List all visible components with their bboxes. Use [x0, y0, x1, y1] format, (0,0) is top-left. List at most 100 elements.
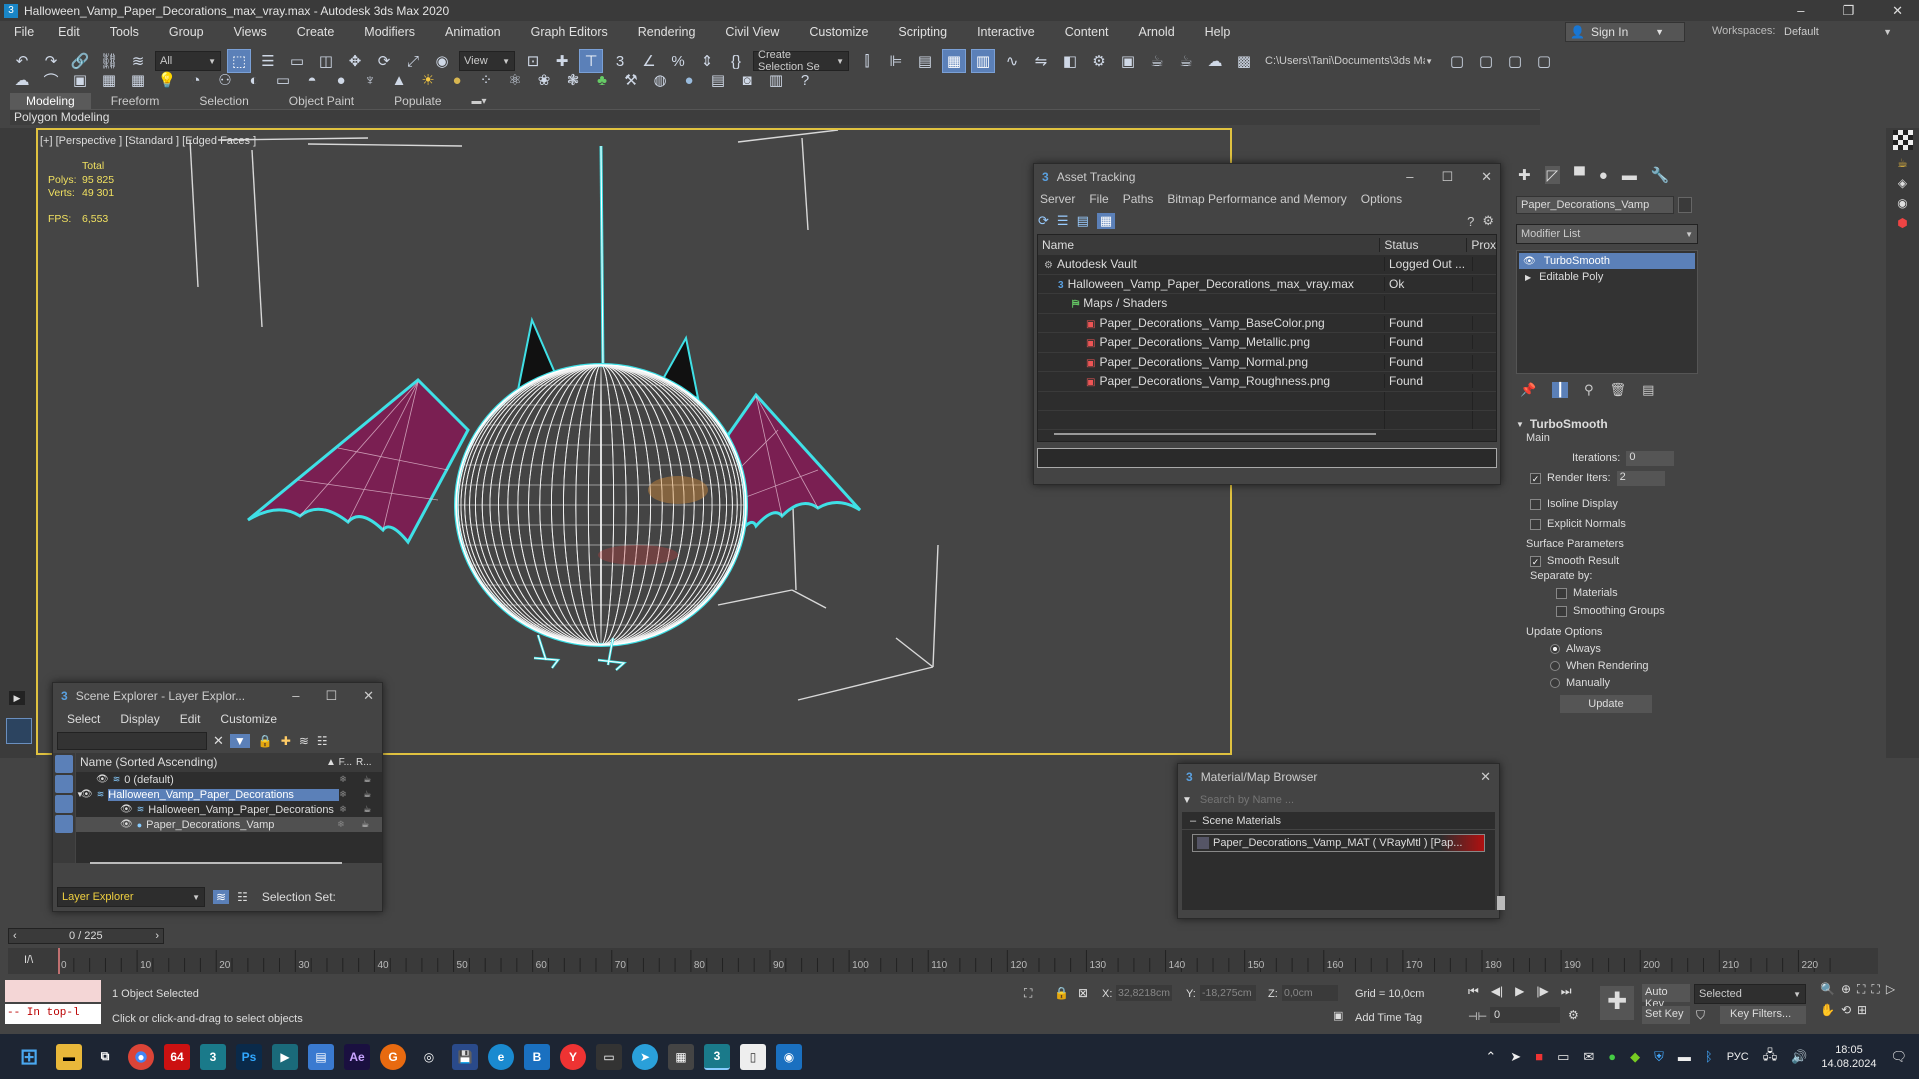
render-icon[interactable]: ☕ — [363, 804, 371, 815]
vray-ies-icon[interactable]: ⚇ — [213, 68, 237, 92]
vray-fur-icon[interactable]: ♆ — [358, 68, 382, 92]
vray-sun-icon[interactable]: ☀ — [416, 68, 440, 92]
filter-icon[interactable]: ▼ — [229, 734, 250, 748]
app-face-icon[interactable]: ◎ — [416, 1044, 442, 1070]
vray-plant-icon[interactable]: ❀ — [532, 68, 556, 92]
display-geometry-icon[interactable] — [55, 755, 73, 773]
help-icon[interactable]: ? — [1467, 214, 1474, 229]
zoom-extents-all-icon[interactable]: ⛶ — [1871, 982, 1879, 997]
current-frame-field[interactable]: 0 — [1490, 1007, 1560, 1023]
settings-icon[interactable]: ⚙ — [1482, 213, 1494, 229]
update-button[interactable]: Update — [1560, 695, 1652, 713]
menu-views[interactable]: Views — [234, 25, 267, 39]
tray-bluetooth-icon[interactable]: ᛒ — [1705, 1049, 1713, 1064]
minimize-icon[interactable]: – — [1797, 3, 1804, 19]
notepad-icon[interactable]: ▤ — [308, 1043, 334, 1070]
isoline-checkbox[interactable] — [1530, 498, 1541, 510]
app-arrow-icon[interactable]: ▶ — [272, 1043, 298, 1070]
menu-scripting[interactable]: Scripting — [898, 25, 947, 39]
telegram-icon[interactable]: ➤ — [632, 1043, 658, 1070]
menu-file[interactable]: File — [1089, 192, 1108, 206]
save-app-icon[interactable]: 💾 — [452, 1043, 478, 1070]
visibility-eye-icon[interactable]: 👁 — [80, 789, 93, 800]
prev-key-icon[interactable]: ◀| — [1491, 984, 1503, 999]
when-rendering-radio[interactable] — [1550, 660, 1560, 671]
vray-export-icon[interactable]: ▥ — [764, 68, 788, 92]
vray-proxy-icon[interactable]: ⚛ — [503, 68, 527, 92]
isolate-icon[interactable]: ⛶ — [1024, 986, 1032, 1001]
render-icon[interactable]: ☕ — [361, 819, 369, 830]
orbit-icon[interactable]: ⟲ — [1841, 1003, 1851, 1017]
object-name-field[interactable]: Paper_Decorations_Vamp — [1516, 196, 1675, 214]
tab-populate[interactable]: Populate — [374, 93, 461, 109]
vray-scatter-icon[interactable]: ❃ — [561, 68, 585, 92]
volume-icon[interactable]: 🔊 — [1791, 1049, 1807, 1065]
asset-row[interactable]: ▣ Paper_Decorations_Vamp_Roughness.png Fou… — [1038, 372, 1496, 392]
menu-customize[interactable]: Customize — [809, 25, 868, 39]
menu-tools[interactable]: Tools — [110, 25, 139, 39]
table-view-icon[interactable]: ▦ — [1096, 213, 1116, 229]
manually-radio[interactable] — [1550, 677, 1560, 688]
fov-icon[interactable]: ▷ — [1886, 982, 1895, 997]
render-iters-spinner[interactable]: 2 — [1616, 470, 1665, 486]
menu-display[interactable]: Display — [120, 712, 159, 726]
render-shortcuts-icon[interactable]: ▩ — [1232, 49, 1256, 73]
go-to-start-icon[interactable]: ⏮ — [1468, 984, 1479, 999]
vray-frame-icon[interactable]: ▣ — [68, 68, 92, 92]
tray-green-icon[interactable]: ● — [1608, 1049, 1616, 1064]
expand-arrow-icon[interactable]: ▶ — [1525, 273, 1531, 282]
modify-tab-icon[interactable]: ◸ — [1544, 166, 1561, 184]
list-view-icon[interactable]: ☰ — [1057, 213, 1069, 229]
object-color-swatch[interactable] — [1678, 197, 1692, 213]
material-vscroll[interactable] — [1497, 896, 1505, 910]
tray-chevron-icon[interactable]: ⌃ — [1485, 1049, 1496, 1065]
visibility-eye-icon[interactable]: 👁 — [96, 774, 109, 785]
app-64-icon[interactable]: 64 — [164, 1043, 190, 1070]
tray-red-icon[interactable]: ■ — [1535, 1049, 1543, 1064]
time-tag-icon[interactable]: ▣ — [1333, 1009, 1343, 1022]
motion-tab-icon[interactable]: ● — [1599, 167, 1608, 184]
maximize-viewport-icon[interactable]: ⊞ — [1857, 1003, 1867, 1017]
asset-tracking-titlebar[interactable]: 3 Asset Tracking – ☐ ✕ — [1034, 164, 1500, 190]
tree-view-icon[interactable]: ▤ — [1077, 213, 1089, 229]
calculator-icon[interactable]: ▦ — [668, 1043, 694, 1070]
rollout-header[interactable]: ▼ TurboSmooth — [1516, 416, 1692, 432]
next-frame-icon[interactable]: › — [155, 930, 159, 942]
layers-icon[interactable]: ≋ — [299, 734, 309, 748]
tray-mail-icon[interactable]: ✉ — [1583, 1049, 1594, 1065]
vray-icon-a[interactable]: ▦ — [97, 68, 121, 92]
vray-dome-icon[interactable]: ◓ — [300, 68, 324, 92]
vray-mesh-icon[interactable]: ◍ — [648, 68, 672, 92]
key-selection-set[interactable]: Selected ▼ — [1694, 984, 1806, 1004]
tray-display-icon[interactable]: ▭ — [1557, 1049, 1569, 1065]
teapot-icon[interactable]: ☁ — [10, 68, 34, 92]
add-time-tag[interactable]: Add Time Tag — [1355, 1012, 1422, 1024]
asset-path-field[interactable] — [1037, 448, 1497, 468]
start-icon[interactable]: ⊞ — [16, 1044, 42, 1070]
maximize-icon[interactable]: ☐ — [1441, 169, 1453, 185]
render-iterative-icon[interactable]: ☕ — [1174, 49, 1198, 73]
x-coord-field[interactable]: 32,8218cm — [1116, 985, 1172, 1001]
vray-scene-icon[interactable]: ◙ — [735, 68, 759, 92]
asset-row[interactable]: 3 Halloween_Vamp_Paper_Decorations_max_vr… — [1038, 274, 1496, 294]
tab-modeling[interactable]: Modeling — [10, 93, 91, 109]
col-proxy[interactable]: Prox — [1467, 238, 1496, 252]
display-tab-icon[interactable]: ▬ — [1622, 167, 1637, 184]
modifier-list-dropdown[interactable]: Modifier List ▼ — [1516, 224, 1698, 244]
options-dropdown-icon[interactable]: ▼ — [1182, 795, 1192, 806]
render-icon[interactable]: ☕ — [363, 789, 371, 800]
play-icon[interactable]: ▶ — [1515, 984, 1524, 999]
menu-server[interactable]: Server — [1040, 192, 1075, 206]
vray-bulb-icon[interactable]: ◔ — [184, 68, 208, 92]
project-save-icon[interactable]: ▢ — [1503, 49, 1527, 73]
menu-graph-editors[interactable]: Graph Editors — [531, 25, 608, 39]
refresh-icon[interactable]: ⟳ — [1038, 213, 1049, 229]
vray-grass-icon[interactable]: ♣ — [590, 68, 614, 92]
render-tool-icon[interactable]: ◈ — [1886, 176, 1919, 190]
freeze-icon[interactable]: ❄ — [339, 789, 363, 800]
render-production-icon[interactable]: ☕ — [1145, 49, 1169, 73]
tab-selection[interactable]: Selection — [179, 93, 268, 109]
curve-editor-icon[interactable]: ∿ — [1000, 49, 1024, 73]
workspace-select[interactable]: Default ▼ — [1780, 22, 1912, 42]
new-layer-icon[interactable]: ✚ — [281, 734, 291, 748]
